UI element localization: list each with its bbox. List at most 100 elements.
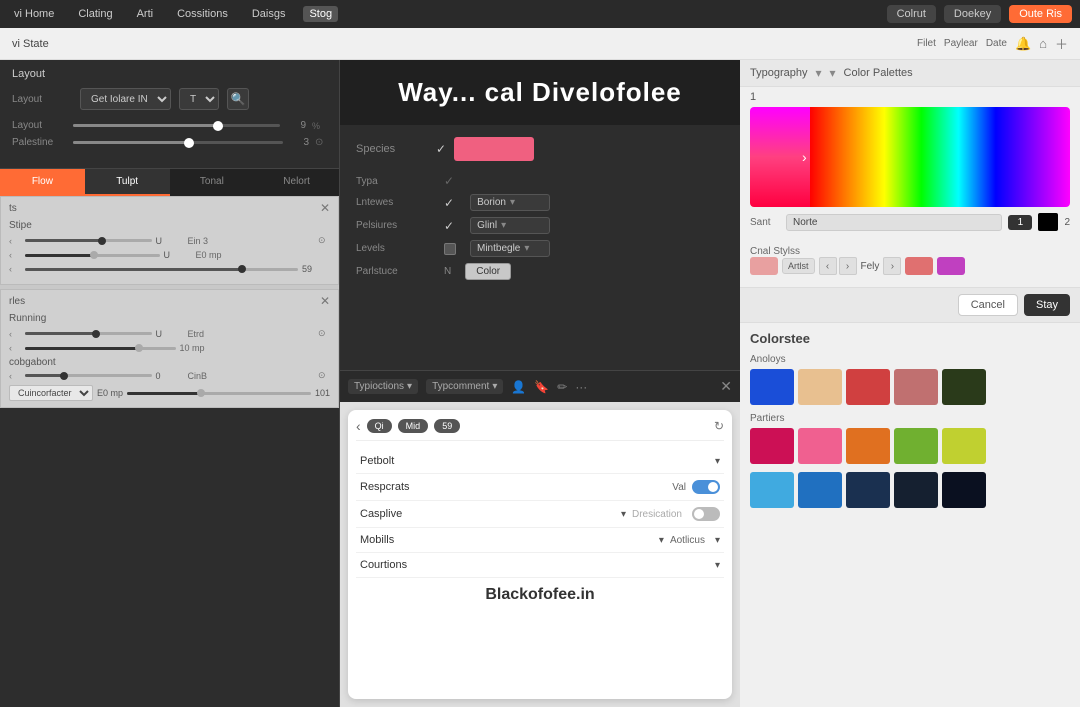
blue-swatch-3[interactable] <box>846 472 890 508</box>
tab-nelort[interactable]: Nelort <box>254 169 339 196</box>
parlstuce-label: Parlstuce <box>356 266 436 277</box>
anoloys-swatch-4[interactable] <box>894 369 938 405</box>
anoloys-swatch-2[interactable] <box>798 369 842 405</box>
device-refresh-icon[interactable]: ↻ <box>714 419 724 433</box>
mobills-row: Mobills ▾ Aotlicus ▾ <box>356 528 724 553</box>
lntewes-checkmark: ✓ <box>444 196 454 210</box>
lntewes-label: Lntewes <box>356 197 436 208</box>
typography-arrow-icon[interactable]: ▾ <box>815 66 821 80</box>
dresication-toggle[interactable] <box>692 507 720 521</box>
respcrats-toggle[interactable] <box>692 480 720 494</box>
blue-swatch-5[interactable] <box>942 472 986 508</box>
levels-checkbox[interactable] <box>444 243 456 255</box>
partiers-swatch-1[interactable] <box>750 428 794 464</box>
layout-select-ties[interactable]: Ties <box>179 88 219 110</box>
home-icon[interactable]: ⌂ <box>1039 36 1047 51</box>
tab-tulpt[interactable]: Tulpt <box>85 169 170 196</box>
device-back-icon[interactable]: ‹ <box>356 418 361 434</box>
oute-ris-button[interactable]: Oute Ris <box>1009 5 1072 23</box>
tab-tonal[interactable]: Tonal <box>170 169 255 196</box>
nav-item-stog[interactable]: Stog <box>303 6 338 22</box>
device-time-group: ↻ <box>714 419 724 433</box>
rles-panel-close[interactable]: ✕ <box>320 294 330 308</box>
blue-swatch-1[interactable] <box>750 472 794 508</box>
cobgabont-slider-track[interactable] <box>25 374 152 377</box>
petbolt-dropdown[interactable]: ▾ <box>715 456 720 467</box>
nav-item-clating[interactable]: Clating <box>72 6 118 22</box>
typography-arrow2-icon[interactable]: ▾ <box>830 66 836 80</box>
filet-link[interactable]: Filet <box>917 38 936 49</box>
pelsiures-dropdown[interactable]: Glinl ▾ <box>470 217 550 234</box>
colrut-button[interactable]: Colrut <box>887 5 936 23</box>
input-slider[interactable] <box>127 392 311 395</box>
tab-flow[interactable]: Flow <box>0 169 85 196</box>
typcomment-btn[interactable]: Typcomment ▾ <box>426 379 503 394</box>
char-nav-prev[interactable]: ‹ <box>819 257 837 275</box>
dots-icon[interactable]: ··· <box>575 380 587 394</box>
char-swatch-1[interactable] <box>750 257 778 275</box>
anoloys-swatch-3[interactable] <box>846 369 890 405</box>
save-button[interactable]: Stay <box>1024 294 1070 316</box>
rles-val-1: U <box>156 329 184 339</box>
aotlicus-dropdown[interactable]: ▾ <box>715 535 720 546</box>
right-panel-header: Typography ▾ ▾ Color Palettes <box>740 60 1080 87</box>
stipe-slider-track-2[interactable] <box>25 254 160 257</box>
layout-select[interactable]: Get Iolare IN <box>80 88 171 110</box>
paylear-link[interactable]: Paylear <box>944 38 978 49</box>
black-swatch[interactable] <box>1038 213 1058 231</box>
stipe-label: Stipe <box>9 220 330 231</box>
date-link[interactable]: Date <box>986 38 1007 49</box>
rles-slider-track-2[interactable] <box>25 347 176 350</box>
device-tab-59[interactable]: 59 <box>434 419 460 433</box>
gradient-arrow-icon[interactable]: › <box>802 149 807 165</box>
person-icon[interactable]: 👤 <box>511 380 526 394</box>
char-swatch-purple[interactable] <box>937 257 965 275</box>
ts-panel-close[interactable]: ✕ <box>320 201 330 215</box>
typa-label: Typa <box>356 176 436 187</box>
nav-item-vi-home[interactable]: vi Home <box>8 6 60 22</box>
nav-item-cossitions[interactable]: Cossitions <box>171 6 234 22</box>
rles-slider-track-1[interactable] <box>25 332 152 335</box>
partiers-swatch-3[interactable] <box>846 428 890 464</box>
blue-swatch-2[interactable] <box>798 472 842 508</box>
partiers-swatch-2[interactable] <box>798 428 842 464</box>
fely-nav[interactable]: › <box>883 257 901 275</box>
cancel-button[interactable]: Cancel <box>958 294 1018 316</box>
char-nav-next[interactable]: › <box>839 257 857 275</box>
pen-icon[interactable]: ✏ <box>557 380 567 394</box>
courtions-dropdown[interactable]: ▾ <box>715 560 720 571</box>
palestine-slider-track[interactable] <box>73 141 283 144</box>
lntewes-dropdown[interactable]: Borion ▾ <box>470 194 550 211</box>
device-tab-qi[interactable]: Qi <box>367 419 392 433</box>
gradient-strip[interactable]: › <box>750 107 1070 207</box>
parlstuce-color-button[interactable]: Color <box>465 263 511 280</box>
nav-item-arti[interactable]: Arti <box>131 6 160 22</box>
mobills-dropdown[interactable]: ▾ <box>659 535 664 546</box>
plus-icon[interactable]: ＋ <box>1055 34 1068 53</box>
species-checkmark: ✓ <box>436 142 446 156</box>
casplive-dropdown[interactable]: ▾ <box>621 509 626 520</box>
nav-item-daisgs[interactable]: Daisgs <box>246 6 292 22</box>
layout-slider-track[interactable] <box>73 124 280 127</box>
layout-select-row: Layout Get Iolare IN Ties 🔍 <box>0 84 339 114</box>
typioctions-btn[interactable]: Typioctions ▾ <box>348 379 418 394</box>
bookmark-icon[interactable]: 🔖 <box>534 380 549 394</box>
anoloys-swatch-5[interactable] <box>942 369 986 405</box>
device-tab-mid[interactable]: Mid <box>398 419 429 433</box>
anoloys-swatch-1[interactable] <box>750 369 794 405</box>
partiers-swatch-4[interactable] <box>894 428 938 464</box>
partiers-swatch-5[interactable] <box>942 428 986 464</box>
cuincorfacter-select[interactable]: Cuincorfacter <box>9 385 93 401</box>
levels-dropdown[interactable]: Mintbegle ▾ <box>470 240 550 257</box>
blue-swatch-4[interactable] <box>894 472 938 508</box>
stipe-slider-track-3[interactable] <box>25 268 298 271</box>
species-color-swatch[interactable] <box>454 137 534 161</box>
stipe-slider-track-1[interactable] <box>25 239 152 242</box>
artlst-button[interactable]: Artlst <box>782 258 815 274</box>
layout-search-button[interactable]: 🔍 <box>227 88 249 110</box>
bell-icon[interactable]: 🔔 <box>1015 36 1031 52</box>
toolbar-close-button[interactable]: ✕ <box>720 378 732 395</box>
doeker-button[interactable]: Doekey <box>944 5 1001 23</box>
char-swatch-red[interactable] <box>905 257 933 275</box>
slider-1-arrow-icon: ‹ <box>9 236 21 246</box>
